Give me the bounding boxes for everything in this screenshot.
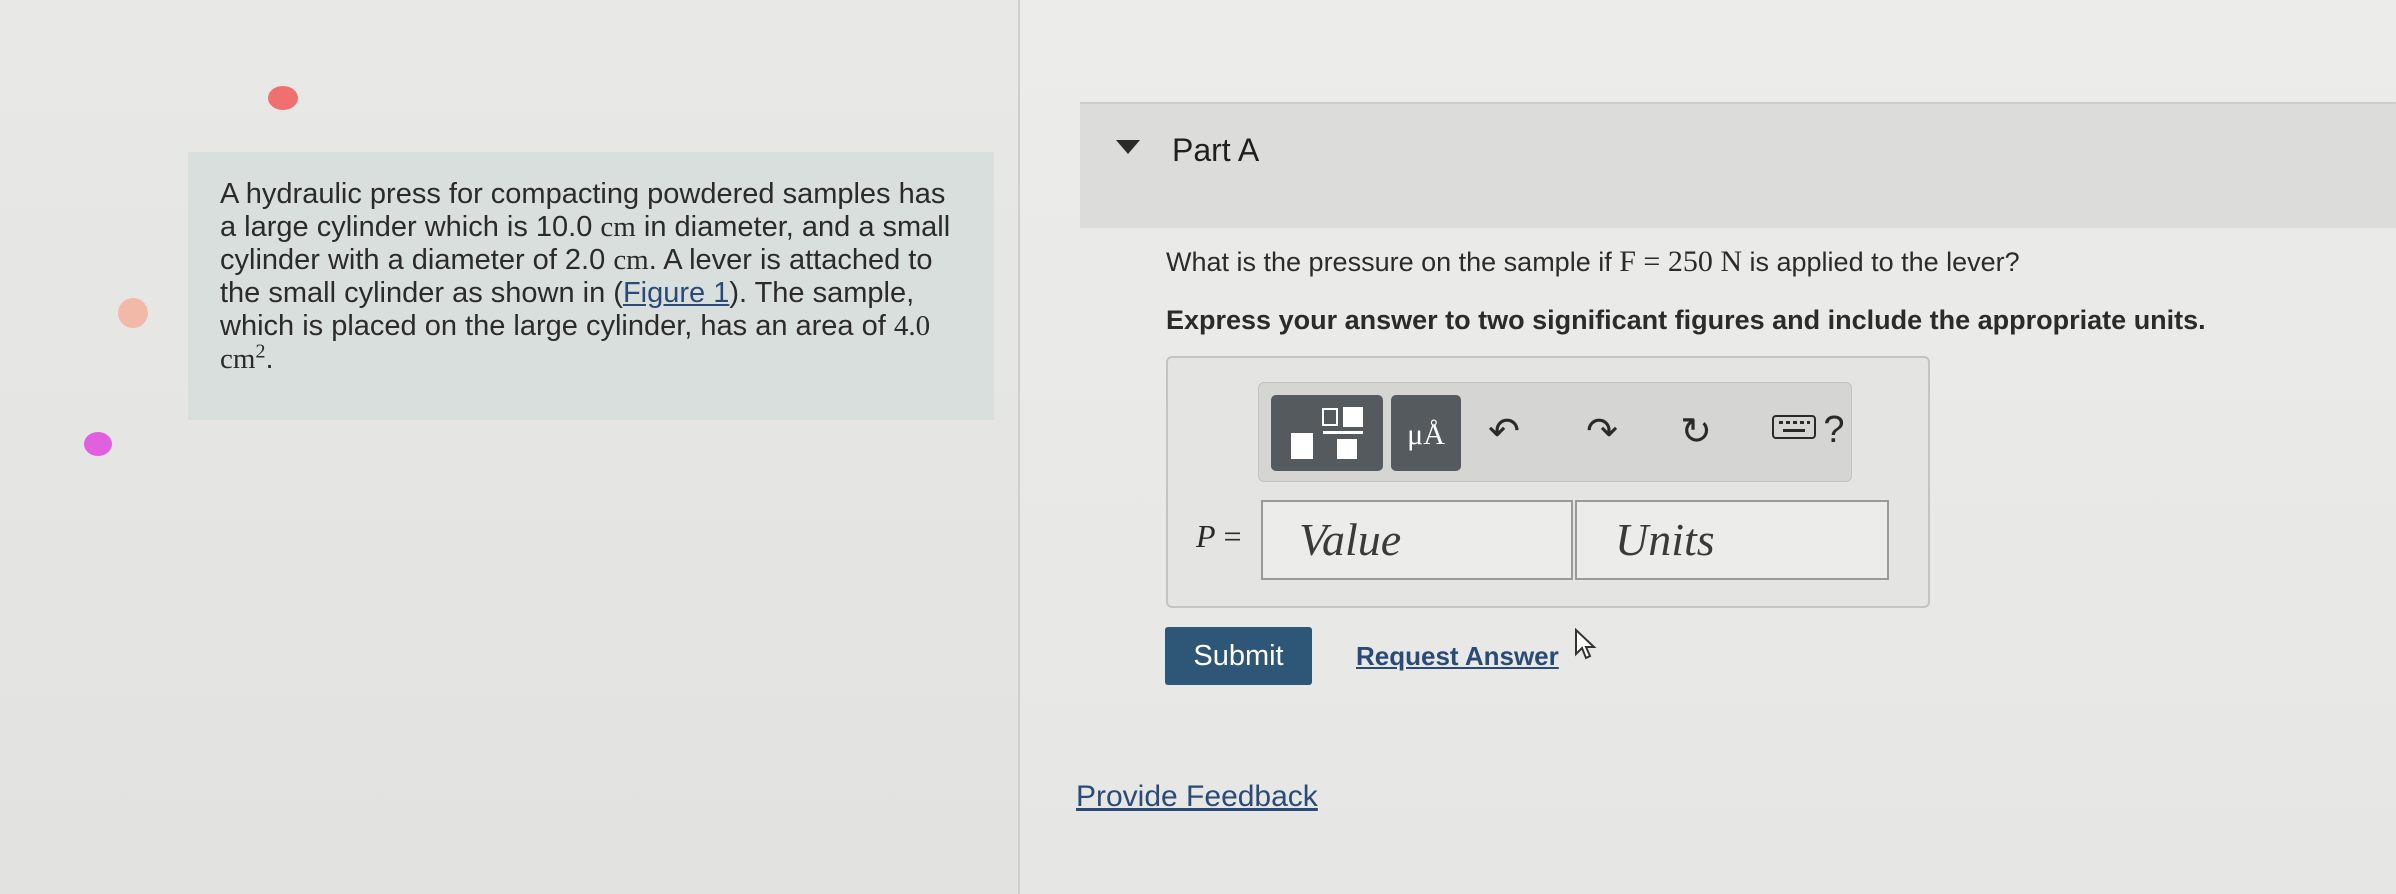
unit-cm: cm [613, 244, 649, 276]
figure-link[interactable]: Figure 1 [623, 277, 729, 309]
request-answer-link[interactable]: Request Answer [1356, 641, 1559, 672]
instructions-text: Express your answer to two significant f… [1166, 305, 2206, 335]
highlight-dot-magenta [84, 432, 112, 456]
value-input[interactable]: Value [1261, 500, 1573, 580]
problem-statement: A hydraulic press for compacting powdere… [188, 152, 994, 420]
templates-button[interactable] [1271, 395, 1383, 471]
keyboard-icon[interactable] [1769, 409, 1819, 452]
units-input[interactable]: Units [1575, 500, 1889, 580]
highlight-dot-red [268, 86, 298, 110]
undo-icon[interactable]: ↶ [1479, 409, 1529, 454]
collapse-caret-icon[interactable] [1116, 140, 1140, 154]
help-icon[interactable]: ? [1819, 409, 1849, 452]
fraction-template-icon [1291, 407, 1363, 459]
reset-icon[interactable]: ↻ [1671, 409, 1721, 454]
problem-pane [0, 0, 1018, 894]
redo-icon[interactable]: ↷ [1577, 409, 1627, 454]
answer-variable: P = [1196, 518, 1242, 554]
units-button[interactable]: μÅ [1391, 395, 1461, 471]
question-math: F = 250 N [1619, 245, 1742, 278]
question-text: What is the pressure on the sample if F … [1166, 245, 2020, 278]
part-a-header[interactable]: Part A [1080, 102, 2396, 228]
math-toolbar: μÅ ↶ ↷ ↻ ? [1258, 382, 1852, 482]
mouse-cursor-icon [1575, 628, 1597, 660]
provide-feedback-link[interactable]: Provide Feedback [1076, 780, 1318, 814]
submit-button[interactable]: Submit [1165, 627, 1312, 685]
area-exponent: 2 [255, 340, 266, 363]
part-a-title: Part A [1172, 132, 1260, 168]
problem-text: . [265, 343, 274, 375]
highlight-dot-peach [118, 298, 148, 328]
unit-cm: cm [600, 211, 636, 243]
